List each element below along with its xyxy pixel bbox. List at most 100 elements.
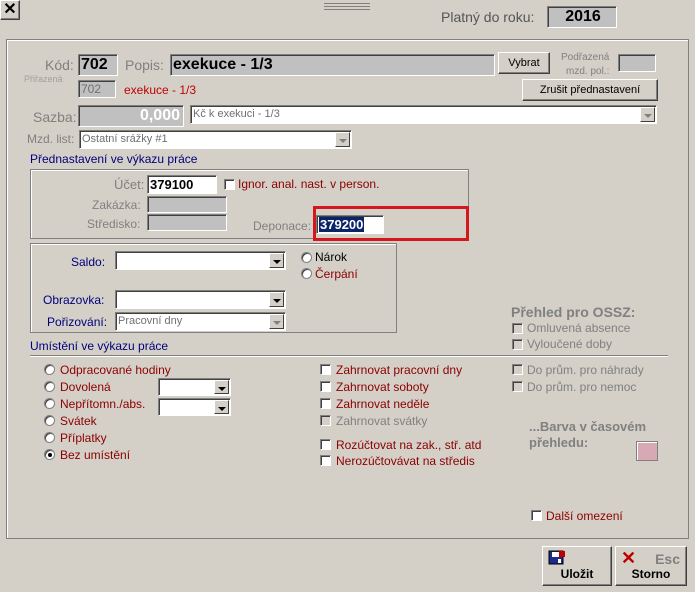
mzd-list-label: Mzd. list: — [27, 132, 75, 146]
zahrnovat-svatky-label: Zahrnovat svátky — [336, 414, 428, 428]
dovolena-label: Dovolená — [60, 380, 111, 394]
obrazovka-combo[interactable] — [115, 290, 286, 309]
priplatky-label: Příplatky — [60, 431, 107, 445]
save-icon — [548, 550, 565, 565]
omluvena-checkbox[interactable] — [512, 323, 523, 334]
zakazka-field — [147, 196, 227, 213]
porizovani-value: Pracovní dny — [118, 315, 183, 327]
radio-bez-umisteni[interactable] — [44, 449, 55, 460]
prum-nahrady-checkbox[interactable] — [512, 364, 523, 375]
narok-radio[interactable] — [301, 252, 312, 263]
barva-swatch[interactable] — [636, 441, 658, 461]
zahrnovat-pracovni-label: Zahrnovat pracovní dny — [336, 363, 463, 377]
saldo-label: Saldo: — [71, 255, 106, 269]
cerpani-radio[interactable] — [301, 268, 312, 279]
zahrnovat-soboty-checkbox[interactable] — [320, 381, 331, 392]
storno-button[interactable]: ✕ Esc Storno — [615, 546, 687, 586]
ulozit-button[interactable]: Uložit — [542, 546, 612, 586]
zahrnovat-soboty-label: Zahrnovat soboty — [336, 380, 429, 394]
storno-esc-label: Esc — [655, 551, 680, 567]
kod-label: Kód: — [45, 57, 74, 73]
prirazena-label: Přiřazená — [24, 74, 63, 84]
storno-x-icon: ✕ — [621, 548, 637, 568]
prum-nahrady-label: Do prům. pro náhrady — [527, 363, 644, 377]
mzd-list-combo[interactable]: Ostatní srážky #1 — [79, 130, 352, 149]
sazba-combo-value: Kč k exekuci - 1/3 — [193, 108, 280, 120]
nepritomn-combo[interactable] — [158, 398, 231, 416]
barva-label-2: přehledu: — [529, 435, 589, 450]
drag-grip[interactable] — [324, 3, 370, 12]
chevron-down-icon[interactable] — [269, 292, 284, 307]
ignor-label: Ignor. anal. nast. v person. — [238, 177, 380, 191]
highlight-box — [313, 206, 469, 241]
vyloucene-checkbox[interactable] — [512, 339, 523, 350]
zahrnovat-nedele-label: Zahrnovat neděle — [336, 397, 430, 411]
vybrat-label: Vybrat — [508, 57, 540, 69]
kod-sub-field: 702 — [78, 80, 116, 98]
chevron-down-icon[interactable] — [214, 380, 229, 394]
nerozuctovavat-label: Nerozúčtovávat na středis — [336, 454, 475, 468]
dovolena-combo[interactable] — [158, 378, 231, 396]
close-icon: ✕ — [3, 1, 17, 18]
nerozuctovavat-checkbox[interactable] — [320, 455, 331, 466]
sazba-field[interactable]: 0,000 — [78, 105, 184, 127]
prednastaveni-title: Přednastavení ve výkazu práce — [30, 152, 198, 166]
vyloucene-label: Vyloučené doby — [527, 337, 612, 351]
zahrnovat-nedele-checkbox[interactable] — [320, 398, 331, 409]
zrusit-label: Zrušit přednastavení — [539, 84, 641, 96]
prum-nemoc-checkbox[interactable] — [512, 381, 523, 392]
porizovani-label: Pořizování: — [47, 315, 108, 329]
obrazovka-label: Obrazovka: — [43, 293, 105, 307]
narok-label: Nárok — [315, 250, 348, 264]
odpracovane-label: Odpracované hodiny — [60, 363, 171, 377]
rozuctovat-label: Rozúčtovat na zak., stř. atd — [336, 438, 482, 452]
ulozit-label: Uložit — [560, 567, 594, 581]
ossz-title: Přehled pro OSSZ: — [511, 304, 636, 320]
radio-nepritomn[interactable] — [44, 398, 55, 409]
sazba-label: Sazba: — [33, 109, 77, 125]
dalsi-omezeni-label: Další omezení — [546, 509, 623, 523]
popis-field[interactable]: exekuce - 1/3 — [170, 54, 495, 76]
bez-umisteni-label: Bez umístění — [60, 448, 131, 462]
zahrnovat-svatky-checkbox[interactable] — [320, 415, 331, 426]
stredisko-label: Středisko: — [87, 217, 141, 231]
year-field[interactable]: 2016 — [547, 6, 617, 28]
chevron-down-icon[interactable] — [214, 400, 229, 414]
storno-label: Storno — [631, 567, 671, 581]
close-button[interactable]: ✕ — [0, 0, 20, 20]
platny-label: Platný do roku: — [441, 9, 535, 25]
ucet-label: Účet: — [114, 177, 145, 192]
deponace-label: Deponace: — [253, 219, 312, 233]
chevron-down-icon[interactable] — [269, 253, 284, 268]
rozuctovat-checkbox[interactable] — [320, 439, 331, 450]
vybrat-button[interactable]: Vybrat — [498, 52, 550, 74]
saldo-combo[interactable] — [115, 251, 286, 270]
cerpani-label: Čerpání — [315, 267, 358, 281]
svatek-label: Svátek — [60, 414, 97, 428]
radio-odpracovane[interactable] — [44, 364, 55, 375]
mzd-list-value: Ostatní srážky #1 — [82, 133, 168, 145]
ignor-checkbox[interactable] — [224, 179, 235, 190]
kod-field[interactable]: 702 — [78, 54, 118, 76]
zahrnovat-pracovni-checkbox[interactable] — [320, 364, 331, 375]
prum-nemoc-label: Do prům. pro nemoc — [527, 380, 637, 394]
zrusit-button[interactable]: Zrušit přednastavení — [522, 79, 658, 101]
popis-label: Popis: — [125, 57, 164, 73]
porizovani-combo[interactable]: Pracovní dny — [115, 312, 286, 331]
chevron-down-icon[interactable] — [640, 107, 655, 122]
radio-priplatky[interactable] — [44, 432, 55, 443]
podrazena-field — [618, 54, 656, 72]
umisteni-title: Umístění ve výkazu práce — [30, 339, 169, 353]
nepritomn-label: Nepřítomn./abs. — [60, 397, 146, 411]
dalsi-omezeni-checkbox[interactable] — [531, 510, 542, 521]
ucet-field[interactable]: 379100 — [147, 175, 217, 194]
chevron-down-icon[interactable] — [335, 132, 350, 147]
radio-svatek[interactable] — [44, 415, 55, 426]
podrazena-label-2: mzd. pol.: — [566, 66, 610, 77]
barva-label: ...Barva v časovém — [529, 419, 647, 434]
chevron-down-icon[interactable] — [269, 314, 284, 329]
omluvena-label: Omluvená absence — [527, 321, 631, 335]
radio-dovolena[interactable] — [44, 381, 55, 392]
sazba-combo[interactable]: Kč k exekuci - 1/3 — [190, 105, 657, 124]
podrazena-label: Podřazená — [561, 52, 610, 63]
